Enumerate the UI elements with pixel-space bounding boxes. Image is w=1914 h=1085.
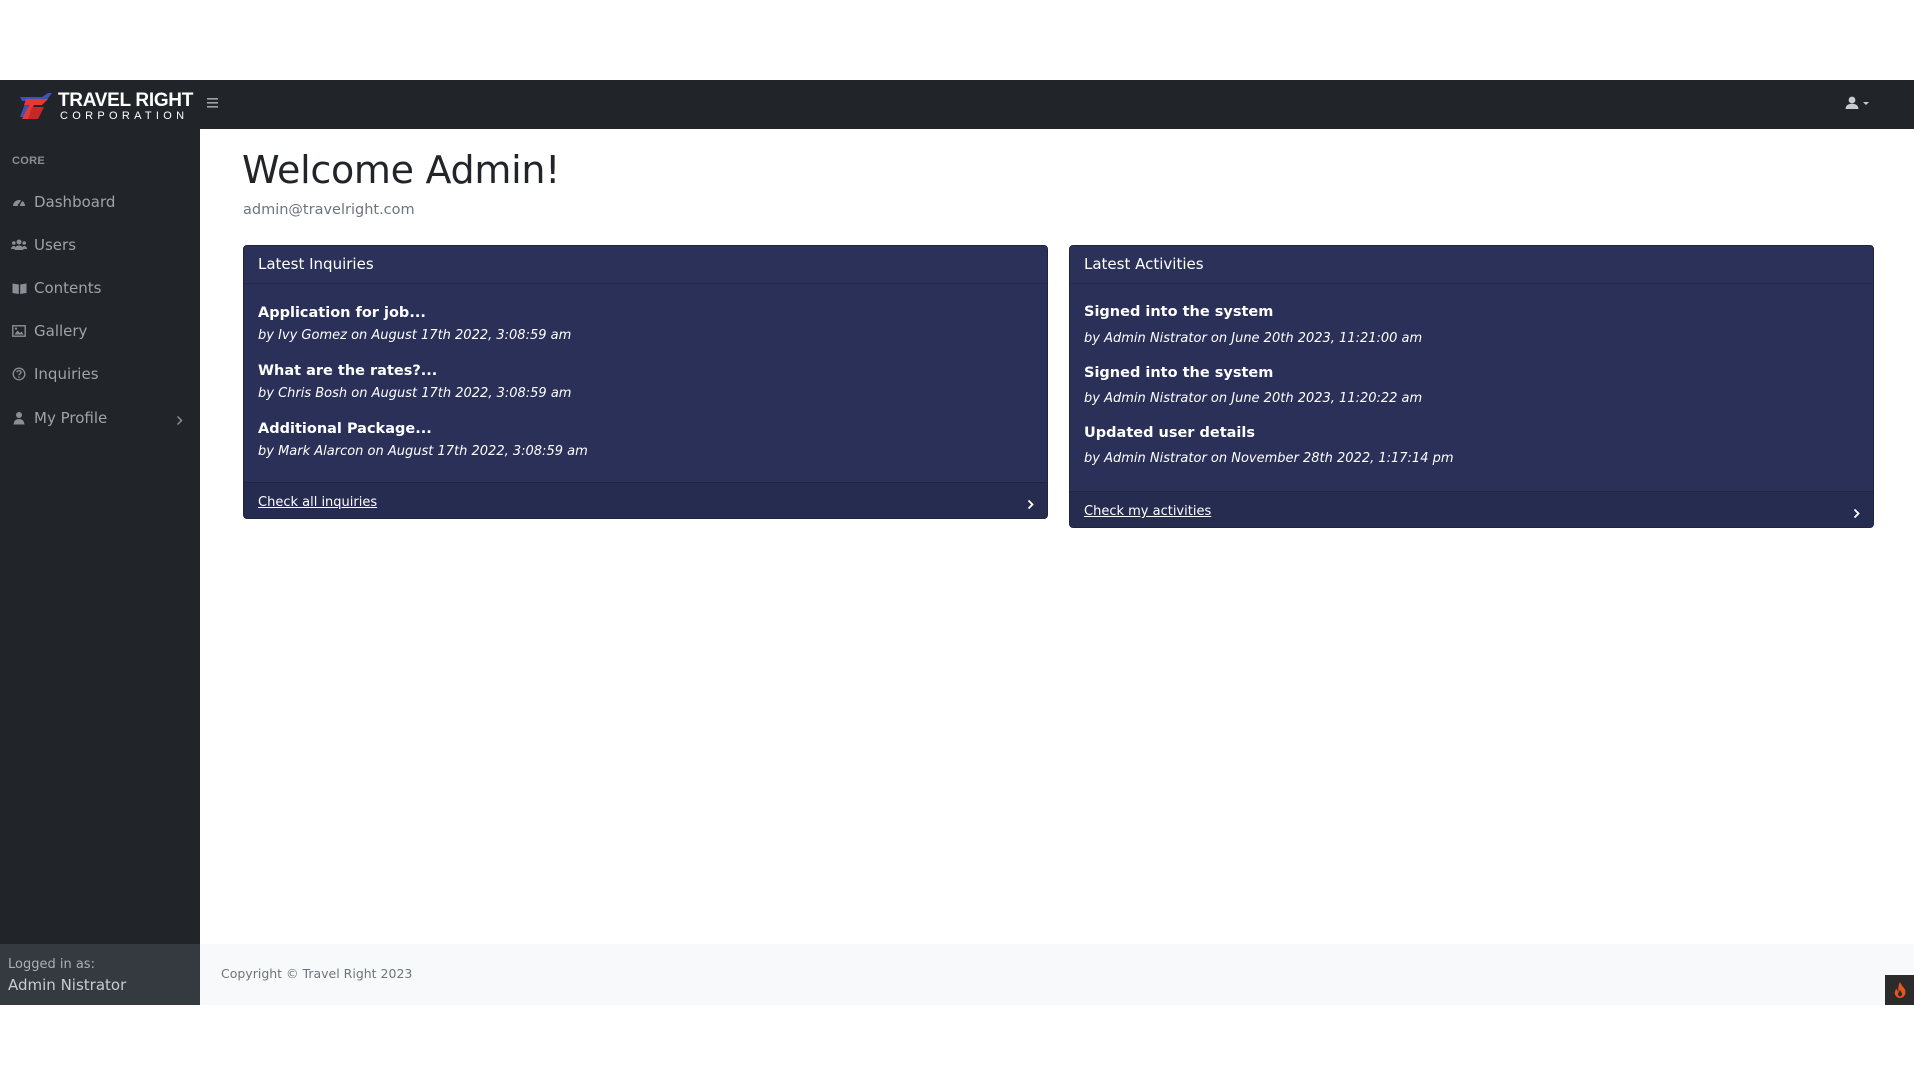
page: TRAVEL RIGHT CORPORATION CORE Dashboard … <box>0 0 1914 1085</box>
sidebar-item-gallery[interactable]: Gallery <box>0 314 200 348</box>
check-all-inquiries-link[interactable]: Check all inquiries <box>258 495 377 510</box>
caret-down-icon <box>1863 102 1869 105</box>
brand-subtitle: CORPORATION <box>60 109 189 122</box>
activity-title: Updated user details <box>1084 425 1255 441</box>
brand-mark-icon <box>18 91 54 121</box>
sidebar-item-contents[interactable]: Contents <box>0 271 200 305</box>
user-email: admin@travelright.com <box>243 202 415 218</box>
sidebar-item-label: Gallery <box>34 322 88 340</box>
brand-logo[interactable]: TRAVEL RIGHT CORPORATION <box>18 90 193 122</box>
sidebar-footer: Logged in as: Admin Nistrator <box>0 944 200 1005</box>
card-footer: Check my activities <box>1070 491 1873 527</box>
question-circle-icon <box>11 366 27 382</box>
sidebar-item-label: Contents <box>34 279 102 297</box>
inquiry-title[interactable]: Additional Package... <box>258 421 432 437</box>
activity-title: Signed into the system <box>1084 304 1274 320</box>
image-icon <box>11 323 27 339</box>
latest-activities-card: Latest Activities Signed into the system… <box>1069 245 1874 528</box>
inquiry-title[interactable]: Application for job... <box>258 305 426 321</box>
card-header: Latest Inquiries <box>244 246 1047 284</box>
chevron-right-icon <box>1853 504 1860 523</box>
brand-name: TRAVEL RIGHT <box>58 89 194 111</box>
copyright-text: Copyright © Travel Right 2023 <box>221 966 413 981</box>
sidebar-item-label: Inquiries <box>34 365 99 383</box>
user-icon <box>11 410 27 426</box>
sidebar-item-label: Users <box>34 236 77 254</box>
sidebar-item-label: My Profile <box>34 409 108 427</box>
card-footer: Check all inquiries <box>244 482 1047 518</box>
sidebar-item-users[interactable]: Users <box>0 228 200 262</box>
top-navbar: TRAVEL RIGHT CORPORATION <box>0 80 1914 129</box>
tachometer-icon <box>11 194 27 210</box>
user-dropdown-button[interactable] <box>1844 94 1876 112</box>
logged-in-label: Logged in as: <box>8 957 95 972</box>
inquiry-meta: by Mark Alarcon on August 17th 2022, 3:0… <box>258 444 588 459</box>
inquiry-meta: by Ivy Gomez on August 17th 2022, 3:08:5… <box>258 328 572 343</box>
sidebar-heading: CORE <box>12 155 45 167</box>
hamburger-icon <box>207 98 218 108</box>
user-icon <box>1845 96 1859 109</box>
activity-meta: by Admin Nistrator on June 20th 2023, 11… <box>1084 391 1423 406</box>
latest-inquiries-card: Latest Inquiries Application for job... … <box>243 245 1048 519</box>
page-title: Welcome Admin! <box>242 148 561 192</box>
book-icon <box>11 280 27 296</box>
chevron-right-icon <box>176 412 183 430</box>
logged-in-user: Admin Nistrator <box>8 976 127 994</box>
sidebar-toggle-button[interactable] <box>206 94 219 112</box>
sidebar-item-my-profile[interactable]: My Profile <box>0 401 200 435</box>
activity-title: Signed into the system <box>1084 365 1274 381</box>
sidebar-item-inquiries[interactable]: Inquiries <box>0 357 200 391</box>
sidebar-item-dashboard[interactable]: Dashboard <box>0 185 200 219</box>
inquiry-title[interactable]: What are the rates?... <box>258 363 437 379</box>
activity-meta: by Admin Nistrator on June 20th 2023, 11… <box>1084 331 1423 346</box>
users-icon <box>11 237 27 253</box>
activity-meta: by Admin Nistrator on November 28th 2022… <box>1084 451 1454 466</box>
inquiry-meta: by Chris Bosh on August 17th 2022, 3:08:… <box>258 386 572 401</box>
check-my-activities-link[interactable]: Check my activities <box>1084 504 1211 519</box>
chevron-right-icon <box>1027 495 1034 514</box>
fire-widget-button[interactable] <box>1885 975 1914 1005</box>
fire-icon <box>1894 982 1906 998</box>
page-footer: Copyright © Travel Right 2023 <box>200 944 1914 1005</box>
sidebar-item-label: Dashboard <box>34 193 116 211</box>
card-header: Latest Activities <box>1070 246 1873 284</box>
